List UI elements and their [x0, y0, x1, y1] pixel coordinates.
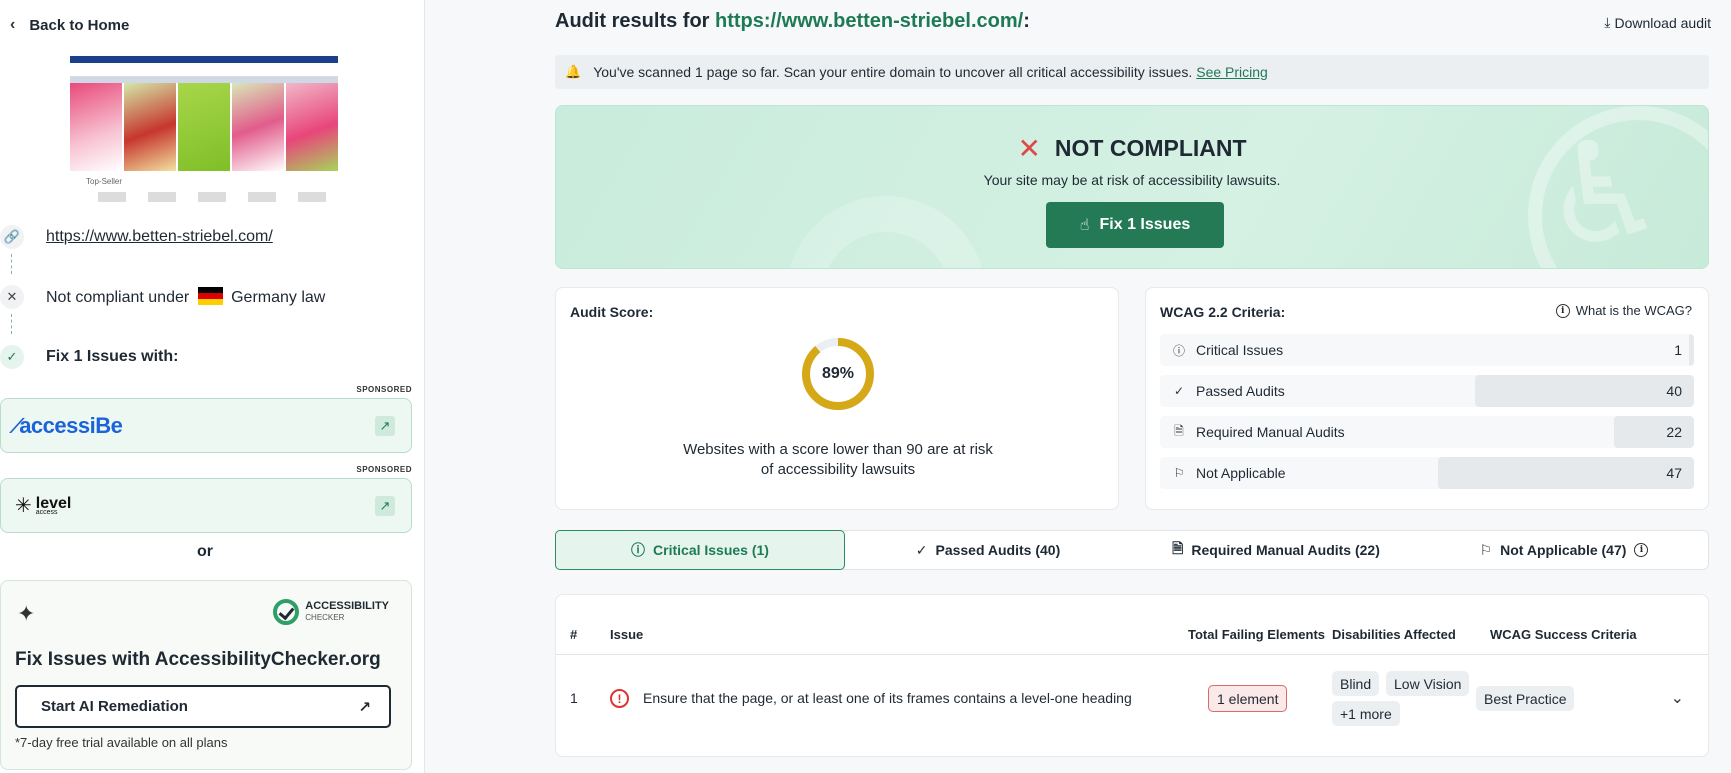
step-url: 🔗 https://www.betten-striebel.com/ — [0, 222, 424, 252]
sidebar: ‹ Back to Home Top-Seller 🔗 https://www.… — [0, 0, 425, 773]
tab-passed-audits[interactable]: ✓ Passed Audits (40) — [844, 531, 1132, 569]
site-thumbnail: Top-Seller — [70, 56, 338, 204]
wcag-label: WCAG 2.2 Criteria: — [1160, 304, 1286, 320]
chevron-left-icon: ‹ — [10, 16, 16, 33]
link-icon: 🔗 — [0, 225, 24, 249]
tab-manual-audits[interactable]: 🗎 Required Manual Audits (22) — [1132, 531, 1420, 569]
back-to-home-link[interactable]: ‹ Back to Home — [10, 16, 129, 34]
ac-title: Fix Issues with AccessibilityChecker.org — [15, 649, 381, 670]
audit-steps: 🔗 https://www.betten-striebel.com/ ✕ Not… — [0, 222, 424, 372]
arrow-up-right-icon: ↗ — [358, 698, 371, 716]
step-compliance: ✕ Not compliant under Germany law — [0, 282, 424, 312]
check-icon: ✓ — [0, 345, 24, 369]
criteria-row-manual: 🗎 Required Manual Audits 22 — [1160, 416, 1694, 448]
issue-description: Ensure that the page, or at least one of… — [643, 690, 1132, 706]
page-title: Audit results for https://www.betten-str… — [555, 10, 1030, 32]
document-icon: 🗎 — [1174, 423, 1184, 438]
download-audit-button[interactable]: ⤓ Download audit — [1604, 14, 1711, 31]
sparkle-icon: ✦ — [17, 601, 36, 626]
flag-icon: ⚐ — [1479, 541, 1493, 558]
scan-notice: 🔔 You've scanned 1 page so far. Scan you… — [555, 55, 1709, 89]
download-icon: ⤓ — [1604, 14, 1611, 30]
score-label: Audit Score: — [570, 304, 654, 320]
accessibilitychecker-logo: ACCESSIBILITY CHECKER — [273, 599, 389, 625]
see-pricing-link[interactable]: See Pricing — [1196, 64, 1268, 80]
germany-flag-icon — [197, 287, 223, 305]
alert-circle-icon: ⓘ — [631, 542, 646, 558]
external-link-icon[interactable]: ↗ — [375, 495, 395, 516]
tab-not-applicable[interactable]: ⚐ Not Applicable (47) i — [1420, 531, 1708, 569]
check-icon: ✓ — [915, 541, 928, 558]
thumbnail-caption: Top-Seller — [86, 177, 123, 186]
fix-issues-button[interactable]: ☝ Fix 1 Issues — [1046, 202, 1224, 248]
external-link-icon[interactable]: ↗ — [375, 415, 395, 436]
issue-number: 1 — [570, 690, 578, 706]
start-ai-remediation-button[interactable]: Start AI Remediation ↗ — [15, 685, 391, 728]
error-icon: ! — [610, 689, 629, 708]
tab-critical-issues[interactable]: ⓘ Critical Issues (1) — [555, 530, 845, 570]
criteria-badge: Best Practice — [1476, 686, 1575, 711]
audited-url[interactable]: https://www.betten-striebel.com/ — [715, 10, 1023, 32]
levelaccess-logo: ✳ level access — [15, 495, 72, 517]
criteria-row-passed: ✓ Passed Audits 40 — [1160, 375, 1694, 407]
accessibilitychecker-card: ✦ ACCESSIBILITY CHECKER Fix Issues with A… — [0, 580, 412, 770]
disability-badge-lowvision: Low Vision — [1386, 671, 1470, 696]
check-icon: ✓ — [1173, 384, 1185, 398]
compliance-status-card: ♿︎ ✕ NOT COMPLIANT Your site may be at r… — [555, 105, 1709, 269]
wcag-criteria-card: WCAG 2.2 Criteria: i What is the WCAG? ⓘ… — [1145, 287, 1709, 510]
sponsor-levelaccess-card[interactable]: ✳ level access ↗ — [0, 478, 412, 533]
criteria-row-notapplicable: ⚐ Not Applicable 47 — [1160, 457, 1694, 489]
criteria-row-critical: ⓘ Critical Issues 1 — [1160, 334, 1694, 366]
document-icon: 🗎 — [1172, 540, 1184, 556]
fix-label: Fix 1 Issues with: — [46, 348, 179, 365]
hand-pointer-icon: ☝ — [1079, 217, 1090, 234]
results-tabs: ⓘ Critical Issues (1) ✓ Passed Audits (4… — [555, 530, 1709, 570]
column-header-criteria: WCAG Success Criteria — [1490, 627, 1637, 642]
compliance-prefix: Not compliant under — [46, 289, 190, 306]
column-header-number: # — [570, 627, 578, 642]
audit-score-card: Audit Score: 89% Websites with a score l… — [555, 287, 1119, 510]
compliance-heading: ✕ NOT COMPLIANT — [1017, 133, 1247, 164]
issues-table: # Issue Total Failing Elements Disabilit… — [555, 594, 1709, 757]
failing-elements-badge[interactable]: 1 element — [1208, 685, 1288, 712]
score-description: Websites with a score lower than 90 are … — [683, 441, 993, 478]
sponsor-accessibe-card[interactable]: ⁄accessiBe ↗ — [0, 398, 412, 453]
sponsored-label: SPONSORED — [356, 385, 412, 394]
info-icon[interactable]: i — [1634, 543, 1649, 557]
alert-circle-icon: ⓘ — [1172, 343, 1185, 358]
accessibe-logo: ⁄accessiBe — [11, 412, 123, 438]
what-is-wcag-link[interactable]: i What is the WCAG? — [1555, 303, 1692, 318]
column-header-issue: Issue — [610, 627, 644, 642]
or-divider: or — [197, 543, 213, 560]
column-header-failing: Total Failing Elements — [1188, 627, 1326, 642]
site-url-link[interactable]: https://www.betten-striebel.com/ — [46, 228, 273, 246]
compliance-law: Germany law — [231, 289, 326, 306]
compliance-subtext: Your site may be at risk of accessibilit… — [983, 172, 1281, 188]
info-icon: i — [1555, 303, 1570, 318]
column-header-disabilities: Disabilities Affected — [1332, 627, 1456, 642]
trial-note: *7-day free trial available on all plans — [15, 735, 228, 750]
sponsored-label: SPONSORED — [356, 465, 412, 474]
disability-more-badge[interactable]: +1 more — [1332, 701, 1400, 726]
x-icon: ✕ — [1017, 133, 1041, 164]
close-icon: ✕ — [0, 285, 24, 309]
score-value: 89% — [821, 365, 855, 382]
bell-icon: 🔔 — [565, 64, 582, 79]
step-fix: ✓ Fix 1 Issues with: — [0, 342, 424, 372]
disability-badge-blind: Blind — [1332, 671, 1380, 696]
flag-icon: ⚐ — [1173, 466, 1185, 480]
main-content: Audit results for https://www.betten-str… — [425, 0, 1731, 773]
chevron-down-icon[interactable]: ⌄ — [1671, 688, 1684, 708]
back-label: Back to Home — [29, 16, 130, 34]
